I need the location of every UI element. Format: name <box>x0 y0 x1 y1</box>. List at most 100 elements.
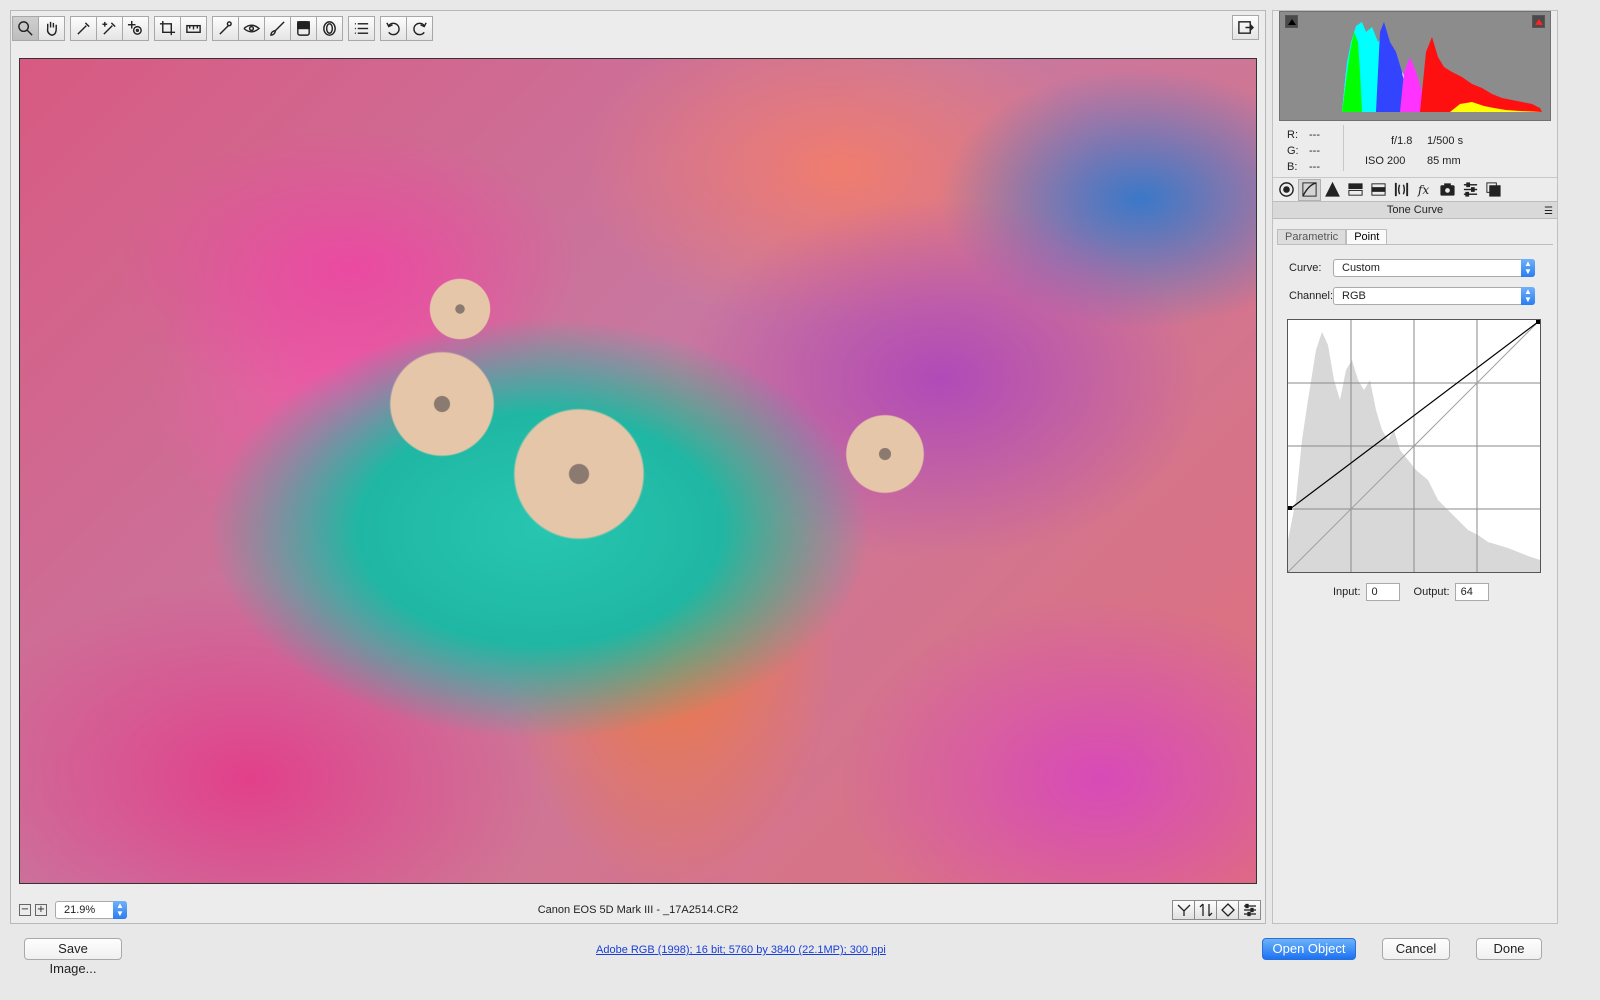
zoom-tool-button[interactable] <box>12 15 39 41</box>
highlight-clipping-warning[interactable] <box>1532 15 1545 28</box>
straighten-tool-button[interactable] <box>180 15 207 41</box>
stepper-icon: ▲ ▼ <box>1521 287 1535 305</box>
before-after-icon <box>1177 904 1190 916</box>
tab-tone-curve[interactable] <box>1298 178 1321 201</box>
channel-row: Channel: RGB ▲ ▼ <box>1289 287 1535 305</box>
zoom-out-button[interactable]: − <box>19 904 31 916</box>
subtab-divider <box>1277 244 1553 245</box>
presets-sliders-icon <box>1463 182 1478 197</box>
spot-removal-tool-button[interactable] <box>212 15 239 41</box>
curve-row: Curve: Custom ▲ ▼ <box>1289 259 1535 277</box>
hsl-icon <box>1348 183 1363 196</box>
flower-decoration-3 <box>425 274 495 344</box>
flower-decoration-1 <box>382 344 502 464</box>
red-eye-tool-button[interactable] <box>238 15 265 41</box>
toolbar <box>12 15 439 41</box>
channel-label: Channel: <box>1289 290 1334 302</box>
channel-value: RGB <box>1342 290 1366 302</box>
straighten-icon <box>186 24 201 33</box>
zoom-in-button[interactable]: + <box>35 904 47 916</box>
tab-camera-calibration[interactable] <box>1436 179 1459 201</box>
crop-tool-button[interactable] <box>154 15 181 41</box>
tab-lens-corrections[interactable] <box>1390 179 1413 201</box>
tab-detail[interactable] <box>1321 179 1344 201</box>
open-object-button[interactable]: Open Object <box>1262 938 1356 960</box>
graduated-filter-tool-button[interactable] <box>290 15 317 41</box>
radial-filter-tool-button[interactable] <box>316 15 343 41</box>
snapshots-icon <box>1486 182 1501 197</box>
copy-settings-button[interactable] <box>1216 900 1239 920</box>
tab-effects[interactable]: fx <box>1413 179 1436 201</box>
rotate-cw-icon <box>413 22 427 35</box>
hand-tool-button[interactable] <box>38 15 65 41</box>
split-toning-icon <box>1371 183 1386 196</box>
before-after-button[interactable] <box>1172 900 1195 920</box>
r-value: --- <box>1309 129 1320 141</box>
panel-title: Tone Curve <box>1386 204 1444 216</box>
footer: Save Image... Adobe RGB (1998); 16 bit; … <box>0 934 1600 976</box>
tab-split-toning[interactable] <box>1367 179 1390 201</box>
preferences-tool-button[interactable] <box>348 15 375 41</box>
eye-icon <box>243 23 260 33</box>
eyedropper-icon <box>77 21 90 35</box>
tab-basic[interactable] <box>1275 179 1298 201</box>
channel-select[interactable]: RGB ▲ ▼ <box>1333 287 1535 305</box>
iso: ISO 200 <box>1365 155 1406 167</box>
status-bar: − + 21.9% ▲ ▼ Canon EOS 5D Mark III - _17… <box>11 897 1265 923</box>
target-adjust-icon <box>127 20 142 35</box>
input-field[interactable]: 0 <box>1365 583 1400 601</box>
fullscreen-icon <box>1238 21 1254 34</box>
photo-preview[interactable] <box>19 58 1257 884</box>
done-button[interactable]: Done <box>1476 938 1542 960</box>
b-label: B: <box>1287 161 1298 173</box>
stepper-icon: ▲ ▼ <box>1521 259 1535 277</box>
input-label: Input: <box>1333 586 1361 598</box>
workflow-options-link[interactable]: Adobe RGB (1998); 16 bit; 5760 by 3840 (… <box>596 944 886 956</box>
detail-triangle-icon <box>1325 181 1340 197</box>
tone-curve-subtabs: Parametric Point <box>1277 229 1388 245</box>
fullscreen-button[interactable] <box>1232 15 1259 40</box>
r-label: R: <box>1287 129 1298 141</box>
targeted-adjustment-tool-button[interactable] <box>122 15 149 41</box>
tab-hsl[interactable] <box>1344 179 1367 201</box>
fx-icon: fx <box>1417 183 1430 197</box>
input-output-row: Input: 0 Output: 64 <box>1333 583 1489 601</box>
curve-select[interactable]: Custom ▲ ▼ <box>1333 259 1535 277</box>
shutter-speed: 1/500 s <box>1427 135 1464 147</box>
zoom-select[interactable]: 21.9% ▲ ▼ <box>55 901 127 919</box>
white-balance-tool-button[interactable] <box>70 15 97 41</box>
shadow-clipping-warning[interactable] <box>1285 15 1298 28</box>
adjustment-brush-tool-button[interactable] <box>264 15 291 41</box>
focal-length: 85 mm <box>1427 155 1461 167</box>
tab-presets[interactable] <box>1459 179 1482 201</box>
histogram <box>1279 11 1551 121</box>
toggle-settings-button[interactable] <box>1194 900 1217 920</box>
preview-preferences-button[interactable] <box>1238 900 1261 920</box>
output-field[interactable]: 64 <box>1454 583 1489 601</box>
graduated-filter-icon <box>297 20 310 36</box>
exif-info: f/1.8 1/500 s ISO 200 85 mm <box>1365 131 1525 171</box>
color-sampler-icon <box>102 21 116 35</box>
tone-curve-editor[interactable] <box>1287 319 1541 573</box>
rotate-cw-button[interactable] <box>406 15 433 41</box>
camera-icon <box>1440 183 1455 196</box>
camera-info: Canon EOS 5D Mark III - _17A2514.CR2 <box>537 904 739 916</box>
panel-title-bar: Tone Curve ☰ <box>1273 201 1557 219</box>
save-image-button[interactable]: Save Image... <box>24 938 122 976</box>
image-preview-panel: − + 21.9% ▲ ▼ Canon EOS 5D Mark III - _17… <box>10 10 1266 924</box>
subtab-point[interactable]: Point <box>1346 229 1388 245</box>
curve-icon <box>1302 182 1317 197</box>
magnifier-icon <box>18 20 33 36</box>
radial-filter-icon <box>323 20 336 36</box>
list-icon <box>354 22 369 34</box>
tab-snapshots[interactable] <box>1482 179 1505 201</box>
rotate-ccw-button[interactable] <box>380 15 407 41</box>
rotate-ccw-icon <box>386 22 400 35</box>
cancel-button[interactable]: Cancel <box>1382 938 1450 960</box>
color-sampler-tool-button[interactable] <box>96 15 123 41</box>
crop-icon <box>159 20 176 35</box>
aperture: f/1.8 <box>1391 135 1413 147</box>
subtab-parametric[interactable]: Parametric <box>1277 229 1347 245</box>
panel-menu-icon[interactable]: ☰ <box>1544 204 1553 220</box>
g-label: G: <box>1287 145 1299 157</box>
